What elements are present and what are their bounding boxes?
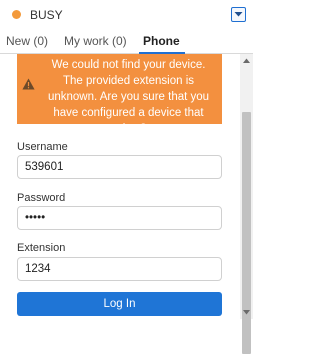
tab-bar: New (0) My work (0) Phone [0,32,253,54]
extension-field[interactable]: 1234 [17,257,222,281]
login-button[interactable]: Log In [17,292,222,316]
extension-label: Extension [17,242,66,254]
tab-new[interactable]: New (0) [6,34,48,48]
username-label: Username [17,141,68,153]
status-label: BUSY [30,8,63,22]
status-header: BUSY [0,0,253,32]
username-field[interactable]: 539601 [17,155,222,179]
scrollbar-thumb[interactable] [242,112,251,354]
device-warning-banner: We could not find your device. The provi… [17,54,222,135]
tab-my-work[interactable]: My work (0) [64,34,127,48]
scroll-down-icon[interactable] [243,310,250,315]
status-dropdown-button[interactable] [231,7,246,22]
password-label: Password [17,192,66,204]
warning-message: We could not find your device. The provi… [47,59,210,135]
chevron-down-icon [234,12,243,17]
scroll-up-icon[interactable] [243,58,250,63]
tab-phone[interactable]: Phone [143,34,180,48]
warning-triangle-icon [22,78,35,90]
status-dot-icon [12,10,21,19]
vertical-scrollbar[interactable] [240,54,253,354]
password-field[interactable]: ••••• [17,206,222,230]
